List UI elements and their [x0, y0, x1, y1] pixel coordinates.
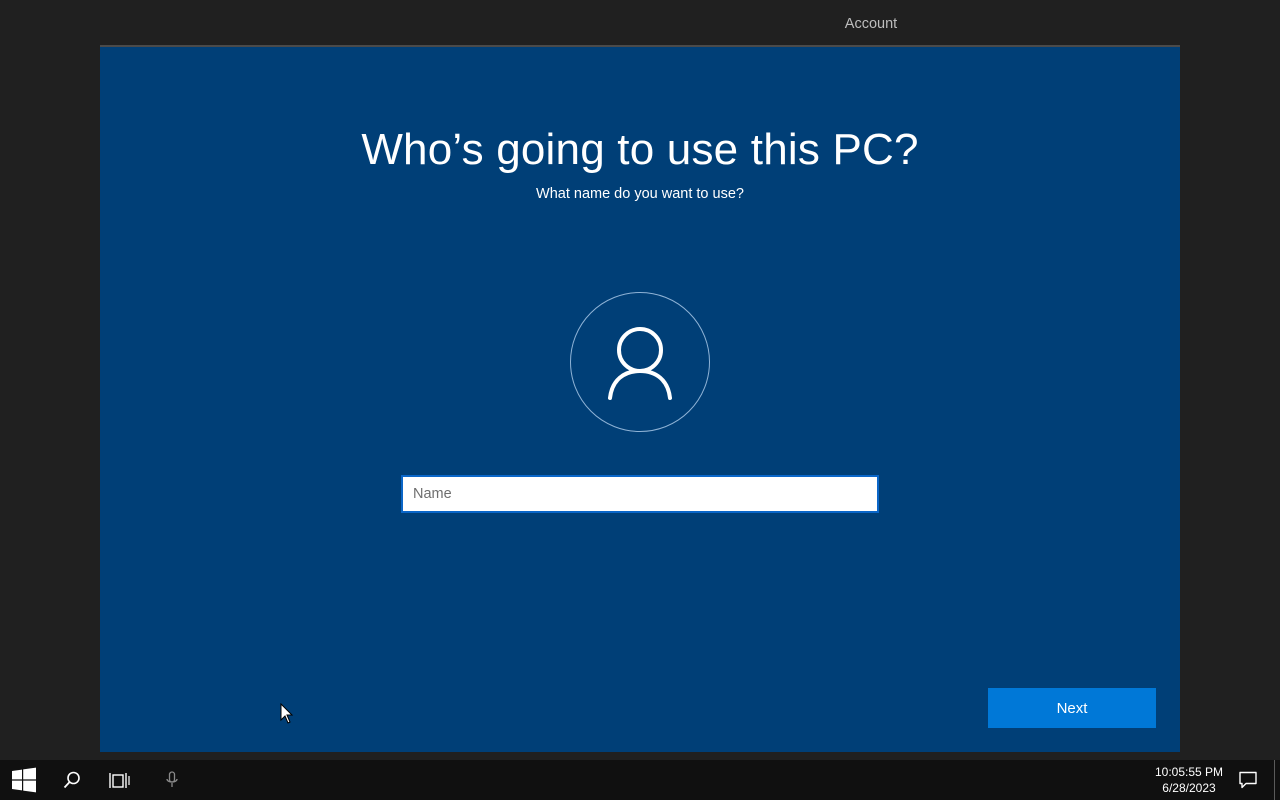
step-tab-account: Account	[768, 0, 974, 47]
name-input[interactable]	[401, 475, 879, 513]
next-button[interactable]: Next	[988, 688, 1156, 728]
page-title: Who’s going to use this PC?	[361, 125, 919, 174]
microphone-icon[interactable]	[148, 760, 196, 800]
page-subtitle: What name do you want to use?	[536, 186, 744, 202]
windows-start-icon[interactable]	[0, 760, 48, 800]
show-desktop-button[interactable]	[1274, 760, 1275, 800]
clock-date: 6/28/2023	[1162, 781, 1216, 795]
system-clock[interactable]: 10:05:55 PM 6/28/2023	[1148, 760, 1230, 800]
mouse-pointer-icon	[280, 702, 294, 725]
clock-time: 10:05:55 PM	[1154, 765, 1224, 779]
user-icon	[570, 292, 710, 432]
step-header: Account	[0, 0, 1280, 47]
taskbar: 10:05:55 PM 6/28/2023	[0, 760, 1280, 800]
action-center-icon[interactable]	[1224, 760, 1272, 800]
search-icon[interactable]	[48, 760, 96, 800]
oobe-screen: Account Who’s going to use this PC? What…	[0, 0, 1280, 800]
task-view-icon[interactable]	[96, 760, 144, 800]
